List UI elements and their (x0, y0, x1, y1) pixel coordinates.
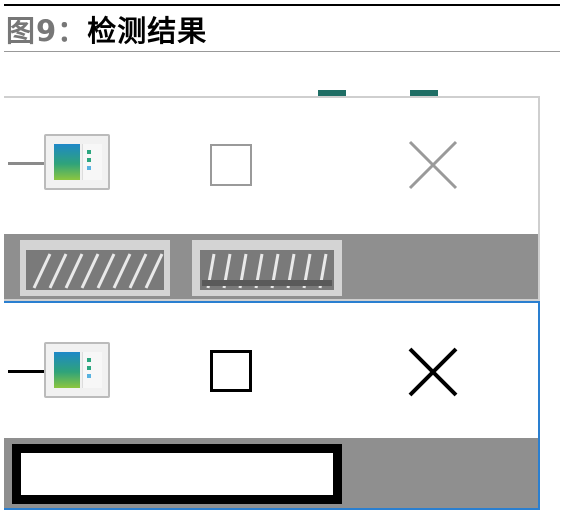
window-thumbnail-icon[interactable] (44, 134, 110, 190)
minimize-line[interactable] (8, 162, 44, 165)
thumbnail-pane-left (54, 144, 80, 180)
minimize-line[interactable] (8, 370, 44, 373)
blurred-thumbnail[interactable] (192, 240, 342, 296)
figure-caption: 图9： 检测结果 (6, 10, 207, 48)
screenshot-panel-detected (4, 301, 540, 510)
thumbnail-strip (4, 234, 538, 299)
thumbnail-strip (4, 438, 538, 508)
thumbnail-pane-right (82, 352, 102, 388)
screenshot-panel-original (4, 96, 540, 301)
figure-caption-title: 检测结果 (87, 14, 208, 48)
header-top-rule (4, 4, 560, 6)
figure-caption-label: 图9： (6, 14, 88, 48)
detection-box (12, 444, 342, 504)
window-thumbnail-icon[interactable] (44, 342, 110, 398)
header-bottom-rule (4, 51, 560, 52)
blurred-thumbnail[interactable] (20, 240, 170, 296)
close-icon[interactable] (406, 345, 460, 399)
thumbnail-pane-left (54, 352, 80, 388)
close-icon[interactable] (406, 138, 460, 192)
maximize-icon[interactable] (210, 144, 252, 186)
title-bar (4, 303, 538, 439)
title-bar (4, 98, 538, 234)
thumbnail-pane-right (82, 144, 102, 180)
maximize-icon[interactable] (210, 350, 252, 392)
